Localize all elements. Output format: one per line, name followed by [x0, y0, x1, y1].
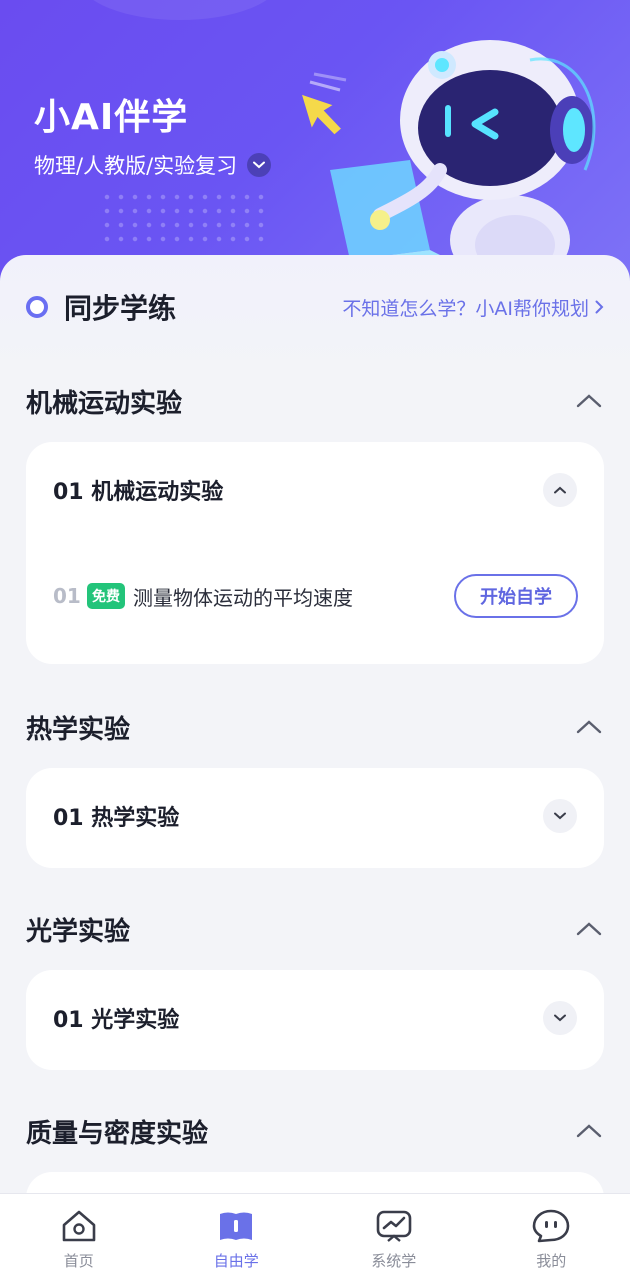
section-header-mechanics[interactable]: 机械运动实验	[26, 381, 604, 421]
tab-label: 系统学	[371, 1250, 416, 1271]
tab-home[interactable]: 首页	[0, 1194, 158, 1281]
ai-plan-link[interactable]: 不知道怎么学？小AI帮你规划	[342, 294, 604, 321]
robot-mascot-illustration	[280, 20, 610, 280]
chart-board-icon	[372, 1206, 416, 1246]
tab-free-study[interactable]: 自由学	[158, 1194, 316, 1281]
section-title: 质量与密度实验	[26, 1113, 208, 1150]
card-title: 01 热学实验	[53, 800, 179, 832]
chevron-down-icon[interactable]	[247, 153, 271, 177]
chevron-up-icon[interactable]	[574, 386, 604, 416]
bottom-tab-bar: 首页 自由学 系统学 我的	[0, 1193, 630, 1281]
section-title: 光学实验	[26, 911, 130, 948]
card-header[interactable]: 01 热学实验	[53, 798, 577, 834]
card-title: 01 光学实验	[53, 1002, 179, 1034]
chevron-right-icon	[595, 295, 604, 319]
chevron-up-icon[interactable]	[574, 914, 604, 944]
tab-mine[interactable]: 我的	[473, 1194, 630, 1281]
lesson-row[interactable]: 01 免费 测量物体运动的平均速度 开始自学	[53, 572, 578, 620]
start-self-study-button[interactable]: 开始自学	[454, 574, 578, 618]
tab-label: 首页	[64, 1250, 94, 1271]
unit-card-mechanics: 01 机械运动实验 01 免费 测量物体运动的平均速度 开始自学	[26, 442, 604, 664]
chevron-up-icon[interactable]	[574, 1116, 604, 1146]
free-badge: 免费	[87, 583, 125, 609]
sync-practice-header: 同步学练 不知道怎么学？小AI帮你规划	[26, 285, 604, 329]
chat-face-icon	[529, 1206, 573, 1246]
expand-toggle-down-icon[interactable]	[543, 1001, 577, 1035]
lesson-number: 01	[53, 584, 87, 608]
app-title: 小AI伴学	[34, 88, 188, 140]
unit-card-optics[interactable]: 01 光学实验	[26, 970, 604, 1070]
subject-selector[interactable]: 物理/人教版/实验复习	[34, 150, 271, 180]
card-header[interactable]: 01 光学实验	[53, 1000, 577, 1036]
card-title: 01 机械运动实验	[53, 474, 223, 506]
section-header-thermal[interactable]: 热学实验	[26, 707, 604, 747]
section-heading: 同步学练	[64, 287, 176, 327]
book-icon	[214, 1206, 258, 1246]
subject-label: 物理/人教版/实验复习	[34, 150, 237, 180]
header-glow	[80, 0, 280, 20]
card-header[interactable]: 01 机械运动实验	[53, 472, 577, 508]
section-header-mass-density[interactable]: 质量与密度实验	[26, 1111, 604, 1151]
home-icon	[57, 1206, 101, 1246]
ai-plan-link-label: 不知道怎么学？小AI帮你规划	[342, 294, 589, 321]
chevron-up-icon[interactable]	[574, 712, 604, 742]
ring-bullet-icon	[26, 296, 48, 318]
section-title: 热学实验	[26, 709, 130, 746]
expand-toggle-down-icon[interactable]	[543, 799, 577, 833]
collapse-toggle-up-icon[interactable]	[543, 473, 577, 507]
section-title: 机械运动实验	[26, 383, 182, 420]
tab-label: 我的	[536, 1250, 566, 1271]
decorative-dots	[100, 190, 270, 250]
lesson-title: 测量物体运动的平均速度	[133, 582, 353, 611]
tab-systematic-study[interactable]: 系统学	[315, 1194, 473, 1281]
unit-card-thermal[interactable]: 01 热学实验	[26, 768, 604, 868]
content-panel: 同步学练 不知道怎么学？小AI帮你规划 机械运动实验 01 机械运动实验 01 …	[0, 255, 630, 1195]
tab-label: 自由学	[214, 1250, 259, 1271]
section-header-optics[interactable]: 光学实验	[26, 909, 604, 949]
